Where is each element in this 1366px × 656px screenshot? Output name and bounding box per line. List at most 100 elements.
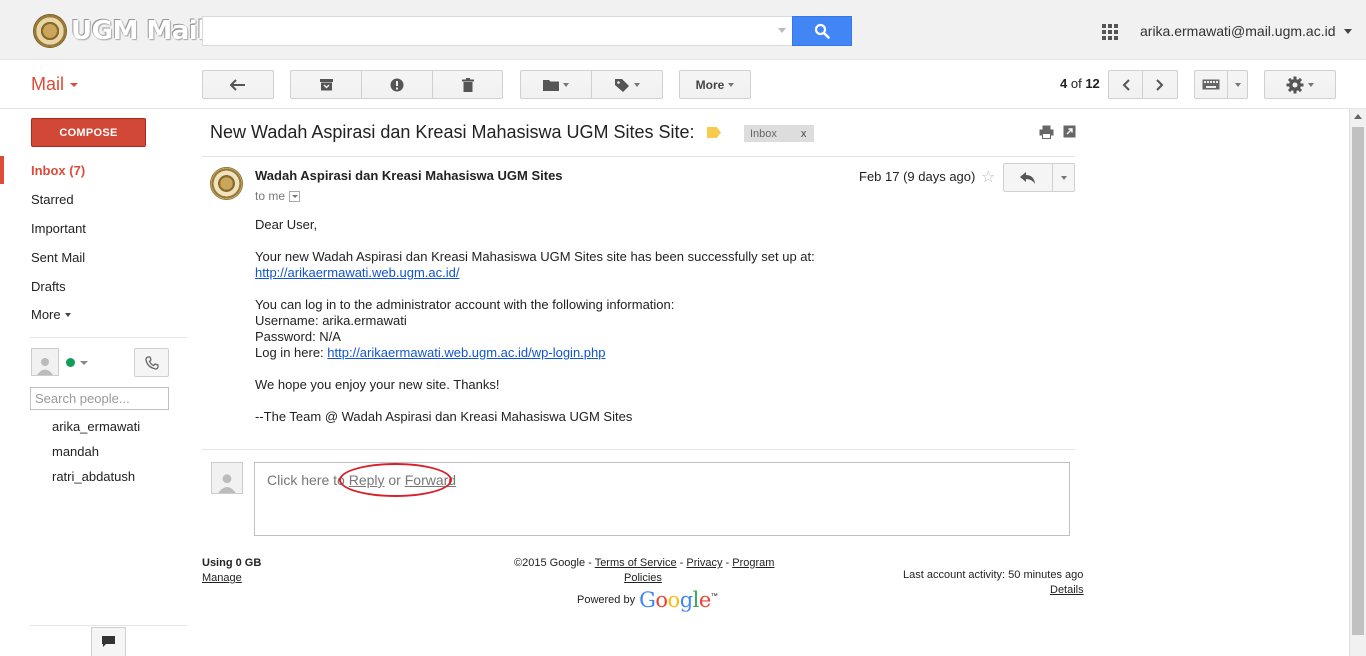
pager-total: 12 [1085, 76, 1100, 91]
details-link[interactable]: Details [1050, 584, 1084, 596]
report-spam-button[interactable] [361, 70, 433, 99]
chevron-down-icon[interactable] [80, 361, 88, 365]
account-menu[interactable]: arika.ermawati@mail.ugm.ac.id [1140, 23, 1352, 39]
message-divider [202, 449, 1075, 450]
body-username: Username: arika.ermawati [255, 313, 407, 328]
phone-icon [144, 355, 159, 370]
chevron-down-icon [1060, 175, 1067, 180]
body-login-line: Log in here: http://arikaermawati.web.ug… [255, 345, 605, 361]
sidebar-more-label: More [31, 307, 61, 322]
inbox-chip-label: Inbox [750, 127, 777, 140]
scrollbar-thumb[interactable] [1352, 127, 1364, 635]
site-url[interactable]: http://arikaermawati.web.ugm.ac.id/ [255, 265, 459, 280]
inbox-label-chip[interactable]: Inbox x [744, 125, 815, 142]
my-chat-avatar[interactable] [31, 348, 59, 376]
settings-button[interactable] [1264, 70, 1336, 99]
ugm-mail-logo[interactable]: UGM Mail [33, 14, 206, 48]
delete-button[interactable] [432, 70, 503, 99]
powered-by-label: Powered by [577, 594, 636, 606]
important-marker-icon[interactable] [707, 127, 721, 138]
remove-label-button[interactable]: x [801, 128, 807, 140]
chevron-down-icon [634, 82, 640, 87]
login-url-link[interactable]: http://arikaermawati.web.ugm.ac.id/wp-lo… [327, 345, 605, 360]
chevron-down-icon [70, 82, 79, 87]
spam-alert-icon [390, 78, 404, 91]
star-icon[interactable]: ☆ [981, 167, 995, 187]
footer-dash: - [676, 557, 687, 569]
pager-of: of [1070, 76, 1082, 91]
reply-button[interactable] [1003, 163, 1053, 192]
chevron-down-icon [728, 82, 735, 87]
newer-message-button[interactable] [1108, 70, 1143, 99]
folder-icon [543, 79, 559, 91]
my-avatar [211, 462, 243, 494]
powered-by-google: Powered by Google ™ [577, 588, 718, 612]
back-arrow-icon [230, 78, 245, 91]
input-tools-menu-button[interactable] [1227, 70, 1248, 99]
manage-link[interactable]: Manage [202, 572, 242, 584]
sidebar-divider [30, 625, 187, 626]
input-tools-button[interactable] [1194, 70, 1228, 99]
copyright-text: ©2015 Google - [514, 557, 595, 569]
start-call-button[interactable] [134, 348, 169, 377]
manage-storage-link[interactable]: Manage [202, 572, 242, 584]
more-actions-button[interactable]: More [679, 70, 751, 99]
labels-button[interactable] [591, 70, 663, 99]
logo-text: UGM Mail [71, 16, 206, 46]
policies-line[interactable]: Policies [624, 572, 662, 584]
chat-contact[interactable]: mandah [52, 444, 99, 459]
back-to-inbox-button[interactable] [202, 70, 274, 99]
page-scrollbar[interactable] [1349, 109, 1366, 656]
sidebar-item-inbox[interactable]: Inbox (7) [31, 163, 85, 178]
message-divider [202, 156, 1075, 157]
sidebar-item-more[interactable]: More [31, 307, 71, 322]
apps-grid-icon[interactable] [1102, 24, 1118, 40]
program-policies-link[interactable]: Program [732, 557, 774, 569]
body-paragraph: We hope you enjoy your new site. Thanks! [255, 377, 500, 392]
active-nav-indicator [0, 156, 4, 184]
label-tag-icon [615, 78, 629, 92]
open-in-new-window-icon[interactable] [1063, 125, 1076, 138]
online-status-icon[interactable] [66, 358, 75, 367]
search-button[interactable] [792, 16, 852, 46]
chevron-down-icon [1308, 82, 1314, 87]
scroll-up-icon[interactable] [1354, 114, 1362, 119]
body-paragraph: Your new Wadah Aspirasi dan Kreasi Mahas… [255, 249, 815, 264]
sender-avatar[interactable] [210, 167, 243, 200]
trademark: ™ [710, 592, 718, 600]
sidebar-item-drafts[interactable]: Drafts [31, 279, 66, 294]
print-icon[interactable] [1039, 125, 1054, 139]
chat-contact[interactable]: ratri_abdatush [52, 469, 135, 484]
sidebar-item-starred[interactable]: Starred [31, 192, 74, 207]
sidebar-item-sent-mail[interactable]: Sent Mail [31, 250, 85, 265]
search-icon [814, 23, 830, 39]
mail-label: Mail [31, 74, 65, 94]
chevron-left-icon [1122, 78, 1130, 91]
site-url-link[interactable]: http://arikaermawati.web.ugm.ac.id/ [255, 265, 459, 281]
mail-app-switcher[interactable]: Mail [31, 74, 79, 95]
privacy-link[interactable]: Privacy [686, 557, 722, 569]
keyboard-icon [1202, 79, 1220, 90]
move-to-button[interactable] [520, 70, 592, 99]
gear-icon [1286, 76, 1304, 93]
activity-details-link[interactable]: Details [1050, 584, 1084, 596]
chevron-down-icon [563, 82, 569, 87]
policies-link[interactable]: Policies [624, 572, 662, 584]
archive-button[interactable] [290, 70, 362, 99]
older-message-button[interactable] [1142, 70, 1178, 99]
more-reply-options-button[interactable] [1052, 163, 1075, 192]
terms-link[interactable]: Terms of Service [595, 557, 677, 569]
compose-button[interactable]: COMPOSE [31, 118, 146, 147]
chat-contact[interactable]: arika_ermawati [52, 419, 140, 434]
footer-dash: - [722, 557, 733, 569]
show-details-icon[interactable] [289, 190, 301, 202]
search-options-caret-icon[interactable] [778, 28, 786, 33]
trash-icon [461, 77, 474, 92]
search-people-input[interactable] [30, 387, 169, 410]
sender-name[interactable]: Wadah Aspirasi dan Kreasi Mahasiswa UGM … [255, 168, 563, 183]
sidebar-item-important[interactable]: Important [31, 221, 86, 236]
more-actions-label: More [695, 77, 725, 92]
reply-arrow-icon [1020, 171, 1035, 184]
chat-toggle-button[interactable] [91, 627, 126, 656]
search-input[interactable] [202, 16, 792, 46]
